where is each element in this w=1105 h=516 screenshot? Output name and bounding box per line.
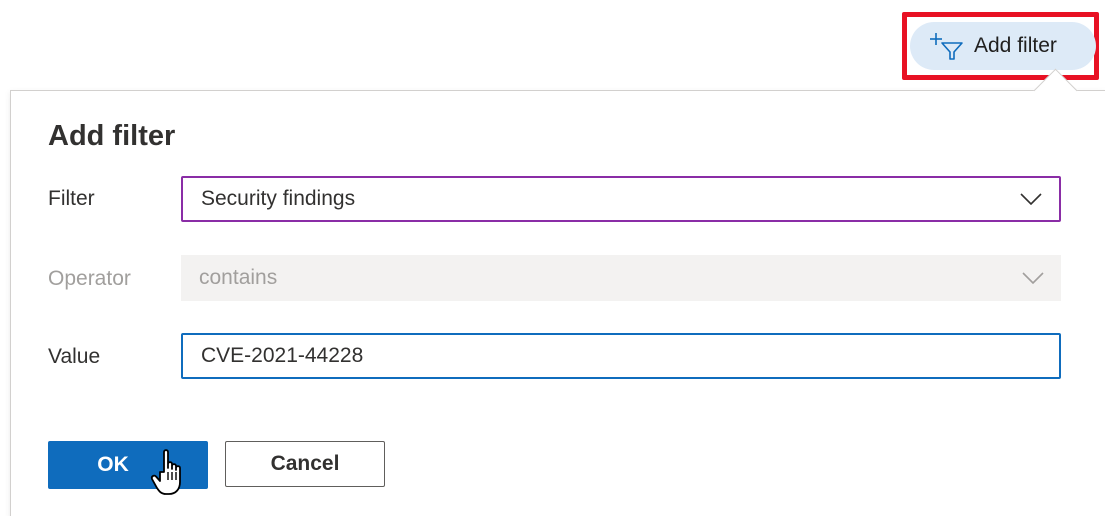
chevron-down-icon xyxy=(1021,271,1045,285)
add-filter-button[interactable]: Add filter xyxy=(910,22,1096,70)
cancel-button-label: Cancel xyxy=(270,452,340,475)
operator-dropdown: contains xyxy=(181,255,1061,301)
filter-dropdown-value: Security findings xyxy=(201,187,356,210)
cancel-button[interactable]: Cancel xyxy=(225,441,385,487)
add-filter-screen: Add filter Add filter Filter Security fi… xyxy=(0,0,1105,516)
add-filter-button-label: Add filter xyxy=(974,34,1057,57)
filter-label: Filter xyxy=(48,187,95,210)
value-input[interactable]: CVE-2021-44228 xyxy=(181,333,1061,379)
operator-dropdown-value: contains xyxy=(199,266,278,289)
value-input-text: CVE-2021-44228 xyxy=(201,344,364,367)
dialog-title: Add filter xyxy=(48,120,176,152)
ok-button-label: OK xyxy=(97,453,129,476)
filter-dropdown[interactable]: Security findings xyxy=(181,176,1061,222)
value-label: Value xyxy=(48,345,101,368)
chevron-down-icon xyxy=(1019,192,1043,206)
operator-label: Operator xyxy=(48,267,131,290)
ok-button[interactable]: OK xyxy=(48,441,208,489)
add-filter-funnel-icon xyxy=(930,31,966,61)
